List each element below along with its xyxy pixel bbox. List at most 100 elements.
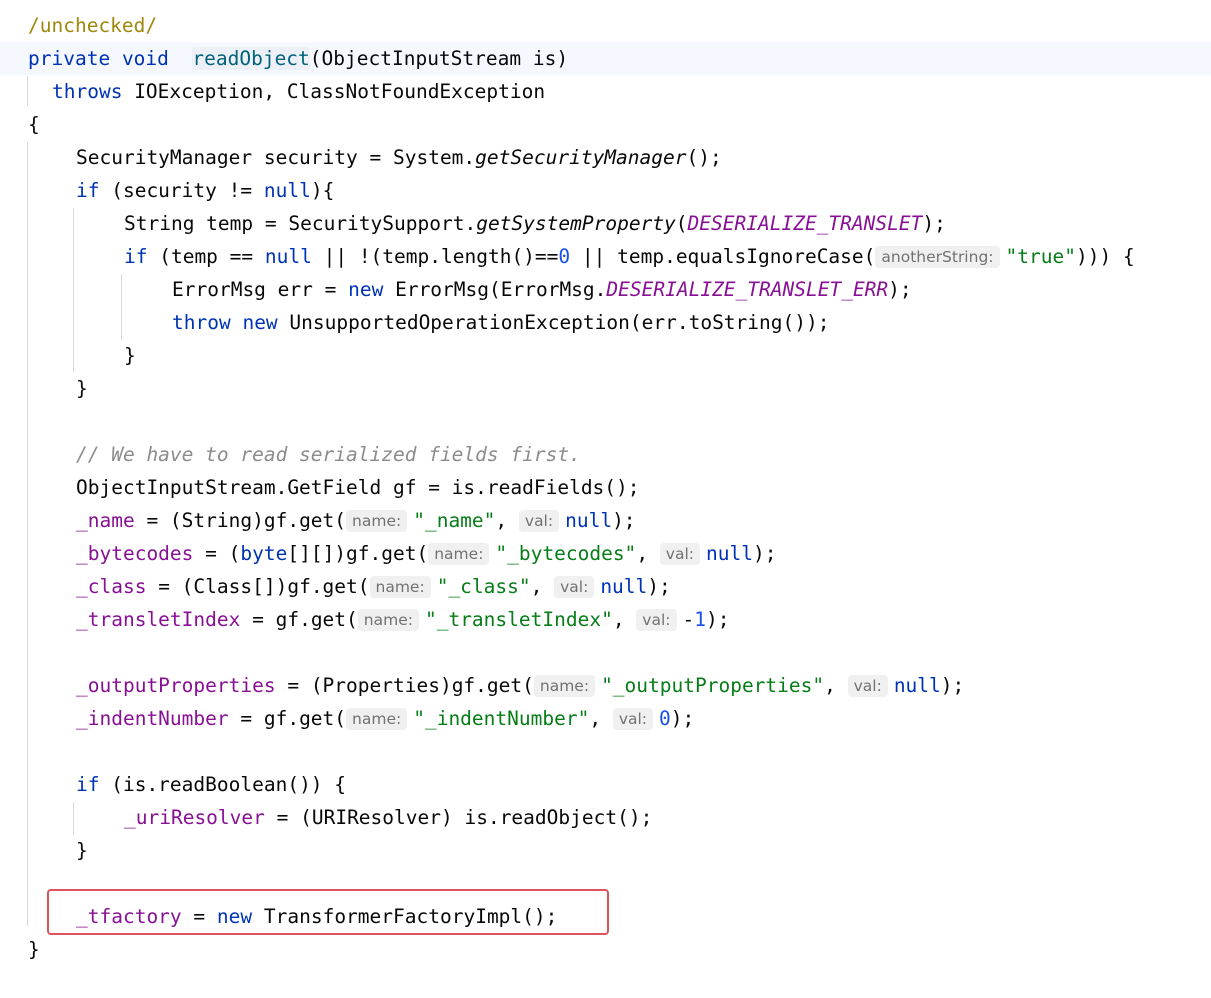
code-text: ); xyxy=(706,608,730,631)
parameter-hint: name: xyxy=(357,609,419,631)
method-name[interactable]: readObject xyxy=(192,47,310,70)
keyword: if xyxy=(124,245,148,268)
code-line-9: ErrorMsg err = new ErrorMsg(ErrorMsg.DES… xyxy=(172,273,912,306)
code-line-24: if (is.readBoolean()) { xyxy=(76,768,346,801)
annotation: /unchecked/ xyxy=(28,14,158,37)
code-text: || temp.equalsIgnoreCase( xyxy=(570,245,876,268)
code-text: , xyxy=(589,707,613,730)
static-call: getSecurityManager xyxy=(475,146,687,169)
code-line-7: String temp = SecuritySupport.getSystemP… xyxy=(124,207,946,240)
code-line-5: SecurityManager security = System.getSec… xyxy=(76,141,722,174)
code-text: ObjectInputStream.GetField gf = is.readF… xyxy=(76,476,640,499)
code-text: (security != xyxy=(99,179,264,202)
highlight-box xyxy=(47,889,609,935)
keyword: throw xyxy=(172,311,231,334)
code-text: = (Class[])gf.get( xyxy=(146,575,370,598)
code-line-8: if (temp == null || !(temp.length()==0 |… xyxy=(124,240,1135,273)
code-text: ErrorMsg err = xyxy=(172,278,349,301)
code-line-1: /unchecked/ xyxy=(28,9,157,42)
code-text: } xyxy=(28,938,40,961)
code-text: = (String)gf.get( xyxy=(134,509,347,532)
parameter-hint: val: xyxy=(518,510,560,532)
code-text: , xyxy=(530,575,555,598)
code-text: UnsupportedOperationException(err.toStri… xyxy=(277,311,830,334)
field-name: _transletIndex xyxy=(76,608,241,631)
code-line-19: _transletIndex = gf.get(name: "_transletI… xyxy=(76,603,729,636)
field-name: _class xyxy=(76,575,147,598)
parameter-hint: name: xyxy=(533,675,596,697)
code-text: ); xyxy=(612,509,636,532)
static-constant: DESERIALIZE_TRANSLET_ERR xyxy=(606,278,889,301)
keyword: null xyxy=(600,575,648,598)
keyword: byte xyxy=(240,542,288,565)
code-line-15: ObjectInputStream.GetField gf = is.readF… xyxy=(76,471,640,504)
code-text: (ObjectInputStream is) xyxy=(309,47,569,70)
code-text: ){ xyxy=(310,179,335,202)
code-text: = ( xyxy=(193,542,241,565)
indent-guide xyxy=(73,208,74,372)
string-literal: "_outputProperties" xyxy=(601,674,825,697)
keyword: new xyxy=(242,311,278,334)
code-text: , xyxy=(612,608,637,631)
code-line-22: _indentNumber = gf.get(name: "_indentNumb… xyxy=(76,702,694,735)
code-text: } xyxy=(76,839,88,862)
code-text: ))) { xyxy=(1075,245,1135,268)
code-text: = (Properties)gf.get( xyxy=(275,674,534,697)
parameter-hint: name: xyxy=(346,708,408,730)
code-text: , xyxy=(495,509,519,532)
code-text: ); xyxy=(940,674,965,697)
keyword: null xyxy=(263,179,311,202)
code-line-25: _uriResolver = (URIResolver) is.readObje… xyxy=(124,801,652,834)
number-literal: 1 xyxy=(694,608,706,631)
parameter-hint: val: xyxy=(554,576,595,598)
code-line-6: if (security != null){ xyxy=(76,174,334,207)
keyword: private xyxy=(28,47,111,70)
code-text: = (URIResolver) is.readObject(); xyxy=(264,806,653,829)
code-text: ); xyxy=(922,212,946,235)
code-line-11: } xyxy=(124,339,136,372)
indent-guide xyxy=(121,274,122,340)
code-text: [][])gf.get( xyxy=(287,542,429,565)
code-line-3: throws IOException, ClassNotFoundExcepti… xyxy=(52,75,545,108)
code-line-29: } xyxy=(28,933,40,966)
code-text: ); xyxy=(647,575,671,598)
parameter-hint: val: xyxy=(847,675,888,697)
code-line-2: private void readObject(ObjectInputStrea… xyxy=(28,42,568,75)
keyword: null xyxy=(706,542,753,565)
keyword: null xyxy=(893,674,941,697)
keyword: void xyxy=(121,47,169,70)
code-text: - xyxy=(682,608,695,631)
parameter-hint: val: xyxy=(612,708,654,730)
parameter-hint: anotherString: xyxy=(875,246,1000,268)
keyword: throws xyxy=(52,80,123,103)
field-name: _bytecodes xyxy=(76,542,194,565)
parameter-hint: name: xyxy=(369,576,431,598)
parameter-hint: val: xyxy=(636,609,677,631)
indent-guide xyxy=(27,142,28,926)
code-text: SecurityManager security = System. xyxy=(76,146,476,169)
code-text: } xyxy=(124,344,136,367)
code-text: String temp = SecuritySupport. xyxy=(124,212,477,235)
code-text: ); xyxy=(670,707,695,730)
code-text: ( xyxy=(675,212,688,235)
code-text: } xyxy=(76,377,88,400)
string-literal: "true" xyxy=(1005,245,1076,268)
field-name: _indentNumber xyxy=(76,707,229,730)
string-literal: "_class" xyxy=(436,575,531,598)
number-literal: 0 xyxy=(558,245,571,268)
keyword: null xyxy=(565,509,613,532)
code-line-18: _class = (Class[])gf.get(name: "_class", … xyxy=(76,570,671,603)
keyword: if xyxy=(76,179,100,202)
code-text: || !(temp.length()== xyxy=(311,245,559,268)
code-text: { xyxy=(28,113,40,136)
code-text: , xyxy=(636,542,660,565)
code-text: ); xyxy=(752,542,777,565)
code-line-26: } xyxy=(76,834,88,867)
code-text: = gf.get( xyxy=(240,608,358,631)
string-literal: "_indentNumber" xyxy=(413,707,590,730)
code-text: , xyxy=(824,674,848,697)
code-line-4: { xyxy=(28,108,40,141)
number-literal: 0 xyxy=(659,707,671,730)
static-constant: DESERIALIZE_TRANSLET xyxy=(687,212,923,235)
string-literal: "_bytecodes" xyxy=(495,542,637,565)
